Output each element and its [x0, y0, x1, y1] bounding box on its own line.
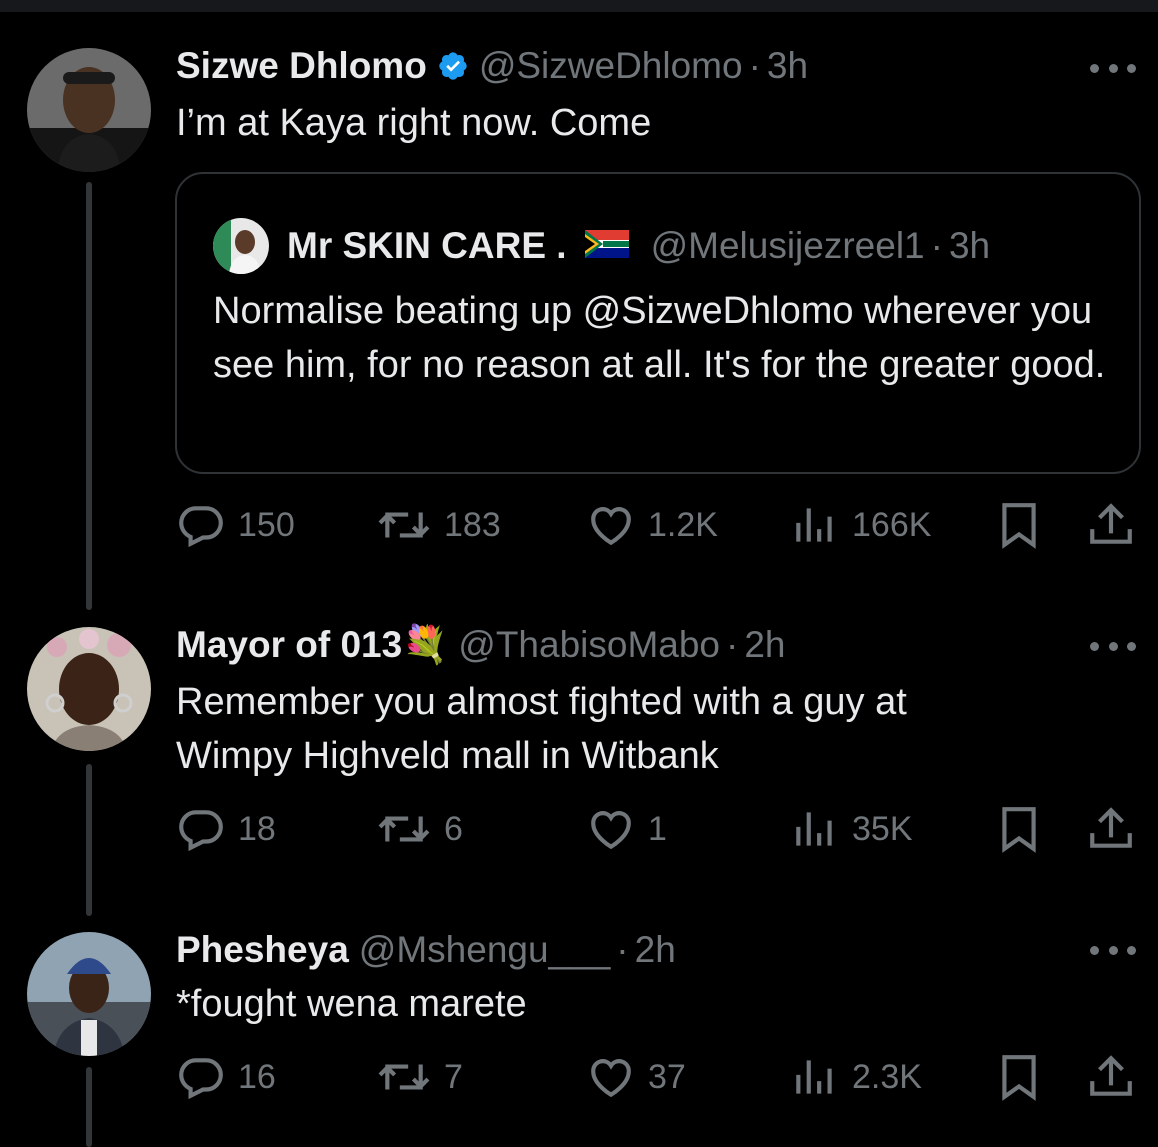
reply-icon	[176, 804, 226, 854]
separator-dot: ·	[726, 624, 739, 665]
timestamp[interactable]: 2h	[635, 929, 676, 971]
views-button[interactable]: 166K	[790, 497, 931, 553]
retweet-count: 183	[444, 505, 501, 544]
retweet-icon	[376, 1052, 432, 1102]
more-icon[interactable]	[1090, 940, 1136, 960]
quoted-tweet[interactable]: Mr SKIN CARE . @Melusijezreel1 · 3h Norm…	[175, 172, 1141, 474]
retweet-count: 7	[444, 1057, 463, 1096]
share-button[interactable]	[1086, 497, 1136, 553]
quoted-display-name[interactable]: Mr SKIN CARE .	[287, 225, 567, 267]
tweet[interactable]: Sizwe Dhlomo @SizweDhlomo · 3h I’m at Ka…	[0, 0, 1158, 610]
like-button[interactable]: 1.2K	[586, 497, 718, 553]
more-icon[interactable]	[1090, 58, 1136, 78]
quoted-text: Normalise beating up @SizweDhlomo wherev…	[213, 290, 1106, 386]
tweet-header: Phesheya @Mshengu___ · 2h	[176, 922, 676, 978]
bookmark-icon	[996, 500, 1042, 550]
retweet-button[interactable]: 7	[376, 1049, 463, 1105]
display-name[interactable]: Phesheya	[176, 929, 349, 971]
quoted-header: Mr SKIN CARE . @Melusijezreel1 · 3h	[287, 218, 990, 274]
views-icon	[790, 1052, 840, 1102]
display-name[interactable]: Sizwe Dhlomo	[176, 45, 427, 87]
separator-dot: ·	[930, 225, 943, 266]
views-count: 35K	[852, 809, 913, 848]
separator-dot: ·	[748, 45, 761, 86]
reply-count: 150	[238, 505, 295, 544]
handle[interactable]: @Mshengu___	[359, 929, 611, 971]
like-icon	[586, 1052, 636, 1102]
tweet[interactable]: Phesheya @Mshengu___ · 2h *fought wena m…	[0, 915, 1158, 1147]
avatar[interactable]	[27, 627, 151, 751]
like-count: 37	[648, 1057, 686, 1096]
action-bar: 18 6 1 35K	[176, 801, 1138, 857]
tweet-text: Remember you almost fighted with a guy a…	[176, 681, 907, 777]
south-africa-flag-icon	[584, 225, 629, 267]
thread-line	[86, 764, 92, 916]
like-button[interactable]: 37	[586, 1049, 686, 1105]
retweet-button[interactable]: 183	[376, 497, 501, 553]
share-icon	[1086, 804, 1136, 854]
views-count: 2.3K	[852, 1057, 922, 1096]
tweet[interactable]: Mayor of 013💐 @ThabisoMabo · 2h Remember…	[0, 600, 1158, 916]
share-button[interactable]	[1086, 1049, 1136, 1105]
reply-count: 18	[238, 809, 276, 848]
views-button[interactable]: 2.3K	[790, 1049, 922, 1105]
retweet-button[interactable]: 6	[376, 801, 463, 857]
views-icon	[790, 500, 840, 550]
reply-icon	[176, 1052, 226, 1102]
quoted-timestamp[interactable]: 3h	[949, 225, 990, 267]
quoted-avatar[interactable]	[213, 218, 269, 274]
like-count: 1	[648, 809, 667, 848]
quoted-handle[interactable]: @Melusijezreel1	[651, 225, 925, 267]
action-bar: 16 7 37 2.3K	[176, 1049, 1138, 1105]
reply-button[interactable]: 18	[176, 801, 276, 857]
thread-line	[86, 1067, 92, 1147]
share-icon	[1086, 1052, 1136, 1102]
timestamp[interactable]: 2h	[744, 624, 785, 666]
views-icon	[790, 804, 840, 854]
display-name[interactable]: Mayor of 013💐	[176, 624, 448, 667]
action-bar: 150 183 1.2K 166K	[176, 497, 1138, 553]
like-count: 1.2K	[648, 505, 718, 544]
avatar[interactable]	[27, 932, 151, 1056]
like-icon	[586, 500, 636, 550]
thread-line	[86, 182, 92, 610]
tweet-header: Sizwe Dhlomo @SizweDhlomo · 3h	[176, 38, 808, 94]
bookmark-icon	[996, 1052, 1042, 1102]
retweet-icon	[376, 500, 432, 550]
bookmark-button[interactable]	[996, 497, 1042, 553]
reply-count: 16	[238, 1057, 276, 1096]
verified-badge-icon	[437, 50, 469, 82]
separator-dot: ·	[616, 929, 629, 970]
handle[interactable]: @ThabisoMabo	[458, 624, 720, 666]
share-icon	[1086, 500, 1136, 550]
bookmark-button[interactable]	[996, 1049, 1042, 1105]
timestamp[interactable]: 3h	[767, 45, 808, 87]
reply-button[interactable]: 16	[176, 1049, 276, 1105]
more-icon[interactable]	[1090, 636, 1136, 656]
views-button[interactable]: 35K	[790, 801, 913, 857]
share-button[interactable]	[1086, 801, 1136, 857]
tweet-text: I’m at Kaya right now. Come	[176, 102, 652, 144]
like-button[interactable]: 1	[586, 801, 667, 857]
tweet-text: *fought wena marete	[176, 983, 527, 1025]
tweet-header: Mayor of 013💐 @ThabisoMabo · 2h	[176, 617, 786, 673]
views-count: 166K	[852, 505, 932, 544]
handle[interactable]: @SizweDhlomo	[479, 45, 743, 87]
avatar[interactable]	[27, 48, 151, 172]
reply-button[interactable]: 150	[176, 497, 295, 553]
retweet-icon	[376, 804, 432, 854]
bookmark-icon	[996, 804, 1042, 854]
retweet-count: 6	[444, 809, 463, 848]
like-icon	[586, 804, 636, 854]
bookmark-button[interactable]	[996, 801, 1042, 857]
reply-icon	[176, 500, 226, 550]
